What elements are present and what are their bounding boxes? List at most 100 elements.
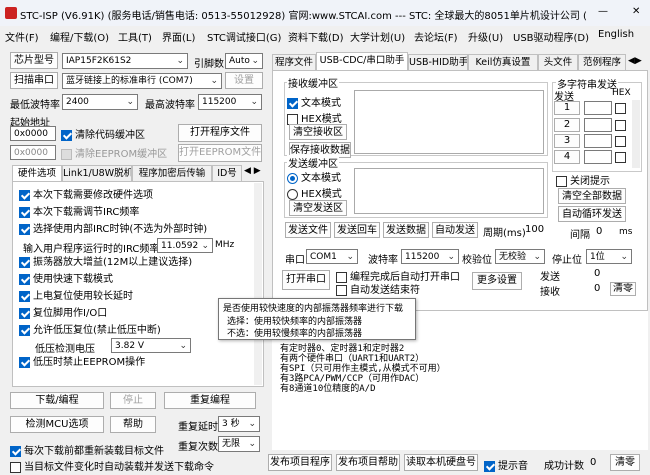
option-reset-io[interactable]: 复位脚用作I/O口 <box>19 305 107 322</box>
send-text-radio[interactable] <box>287 172 298 184</box>
tab-examples[interactable]: 范例程序 <box>578 54 626 70</box>
menu-program[interactable]: 编程/下载(O) <box>50 29 109 44</box>
minimize-button[interactable]: — <box>598 6 608 17</box>
tab-id-number[interactable]: ID号 <box>212 165 242 181</box>
send-hex-mode[interactable]: HEX模式 <box>287 185 342 200</box>
multi-send-button-4[interactable]: 4 <box>554 150 580 164</box>
clear-code-checkbox[interactable] <box>61 129 72 141</box>
receive-hex-mode[interactable]: HEX模式 <box>287 110 342 125</box>
auto-reload-checkbox[interactable] <box>10 461 21 473</box>
close-tip-option[interactable]: 关闭提示 <box>556 172 610 187</box>
send-cr-button[interactable]: 发送回车 <box>334 222 380 238</box>
multi-string-input-1[interactable] <box>584 101 612 115</box>
repeat-count-select[interactable]: 无限 ⌄ <box>218 436 260 452</box>
clear-success-button[interactable]: 清零 <box>610 454 640 471</box>
reload-before-download[interactable]: 每次下载前都重新装载目标文件 <box>10 442 164 457</box>
open-port-button[interactable]: 打开串口 <box>282 270 330 290</box>
tab-scroll-arrows[interactable]: ◀▶ <box>628 56 642 66</box>
tab-offline-download[interactable]: Link1/U8W脱机 <box>62 165 132 181</box>
close-tip-checkbox[interactable] <box>556 175 567 187</box>
receive-text-checkbox[interactable] <box>287 97 298 109</box>
multi-hex-checkbox-3[interactable] <box>615 136 626 147</box>
tab-hid-assistant[interactable]: USB-HID助手 <box>408 54 468 70</box>
option-adjust-irc[interactable]: 本次下载需调节IRC频率 <box>19 204 139 221</box>
option-oscillator-gain[interactable]: 振荡器放大增益(12M以上建议选择) <box>19 254 192 271</box>
parity-select[interactable]: 无校验 ⌄ <box>495 249 545 264</box>
multi-send-button-2[interactable]: 2 <box>554 118 580 132</box>
option-long-reset[interactable]: 上电复位使用较长延时 <box>19 288 133 305</box>
option-checkbox[interactable] <box>19 273 30 285</box>
eeprom-start-address-input[interactable]: 0x0000 <box>10 145 56 160</box>
option-checkbox[interactable] <box>19 290 30 302</box>
send-text-mode[interactable]: 文本模式 <box>287 169 341 184</box>
publish-program-button[interactable]: 发布项目程序 <box>268 454 332 471</box>
auto-reload-on-change[interactable]: 当目标文件变化时自动装载并发送下载命令 <box>10 458 214 473</box>
multi-send-button-3[interactable]: 3 <box>554 134 580 148</box>
clear-count-button[interactable]: 清零 <box>610 282 636 296</box>
detect-mcu-button[interactable]: 检测MCU选项 <box>10 416 104 433</box>
menu-english[interactable]: English <box>598 29 634 40</box>
receive-hex-checkbox[interactable] <box>287 113 298 125</box>
menu-file[interactable]: 文件(F) <box>5 29 39 44</box>
option-checkbox[interactable] <box>19 223 30 235</box>
baud-rate-select[interactable]: 115200 ⌄ <box>401 249 459 264</box>
option-checkbox[interactable] <box>19 189 30 201</box>
repeat-program-button[interactable]: 重复编程 <box>164 392 256 409</box>
tip-sound-checkbox[interactable] <box>484 460 495 472</box>
serial-port-select[interactable]: COM1 ⌄ <box>306 249 358 264</box>
tab-keil-settings[interactable]: Keil仿真设置 <box>468 54 538 70</box>
options-scrollbar[interactable] <box>254 183 262 385</box>
auto-send-button[interactable]: 自动发送 <box>432 222 478 238</box>
multi-hex-checkbox-1[interactable] <box>615 103 626 114</box>
port-settings-button[interactable]: 设置 <box>225 72 263 89</box>
option-checkbox[interactable] <box>19 356 30 368</box>
menu-interface[interactable]: 界面(L) <box>162 29 195 44</box>
tab-hardware-options[interactable]: 硬件选项 <box>12 165 62 181</box>
tip-sound-option[interactable]: 提示音 <box>484 457 528 472</box>
multi-string-scrollbar[interactable] <box>632 100 640 168</box>
menu-debug[interactable]: STC调试接口(G) <box>207 29 281 44</box>
send-file-button[interactable]: 发送文件 <box>285 222 331 238</box>
interval-value[interactable]: 0 <box>596 226 602 237</box>
clear-eeprom-checkbox[interactable] <box>61 148 72 160</box>
option-fast-download[interactable]: 使用快速下载模式 <box>19 271 113 288</box>
clear-send-button[interactable]: 清空发送区 <box>289 200 347 216</box>
open-program-button[interactable]: 打开程序文件 <box>178 124 262 142</box>
auto-loop-send-button[interactable]: 自动循环发送 <box>558 206 626 222</box>
close-button[interactable]: ✕ <box>632 6 640 17</box>
receive-textarea[interactable] <box>354 90 544 154</box>
low-voltage-select[interactable]: 3.82 V ⌄ <box>111 338 191 353</box>
pins-select[interactable]: Auto ⌄ <box>225 53 263 69</box>
auto-end-char-option[interactable]: 自动发送结束符 <box>336 281 420 296</box>
clear-eeprom-option[interactable]: 清除EEPROM缓冲区 <box>61 145 167 160</box>
max-baud-select[interactable]: 115200 ⌄ <box>198 94 262 110</box>
min-baud-select[interactable]: 2400 ⌄ <box>62 94 138 110</box>
option-checkbox[interactable] <box>19 256 30 268</box>
repeat-delay-select[interactable]: 3 秒 ⌄ <box>218 416 260 432</box>
chip-model-select[interactable]: IAP15F2K61S2 ⌄ <box>62 53 188 69</box>
multi-hex-checkbox-2[interactable] <box>615 120 626 131</box>
multi-hex-checkbox-4[interactable] <box>615 152 626 163</box>
help-button[interactable]: 帮助 <box>110 416 156 433</box>
stop-bits-select[interactable]: 1位 ⌄ <box>586 249 632 264</box>
option-modify-hw[interactable]: 本次下载需要修改硬件选项 <box>19 187 153 204</box>
publish-help-button[interactable]: 发布项目帮助 <box>336 454 400 471</box>
option-checkbox[interactable] <box>19 206 30 218</box>
clear-code-option[interactable]: 清除代码缓冲区 <box>61 126 145 141</box>
send-data-button[interactable]: 发送数据 <box>383 222 429 238</box>
clear-receive-button[interactable]: 清空接收区 <box>289 124 347 140</box>
receive-text-mode[interactable]: 文本模式 <box>287 94 341 109</box>
chip-model-button[interactable]: 芯片型号 <box>10 52 58 69</box>
tab-encrypted-transfer[interactable]: 程序加密后传输 <box>132 165 212 181</box>
irc-frequency-select[interactable]: 11.0592 ⌄ <box>157 238 213 253</box>
multi-string-input-3[interactable] <box>584 134 612 148</box>
open-eeprom-button[interactable]: 打开EEPROM文件 <box>178 144 262 162</box>
menu-usb-driver[interactable]: USB驱动程序(D) <box>513 29 589 44</box>
auto-end-char-checkbox[interactable] <box>336 284 347 296</box>
option-checkbox[interactable] <box>19 324 30 336</box>
multi-send-button-1[interactable]: 1 <box>554 101 580 115</box>
tab-program-file[interactable]: 程序文件 <box>272 54 316 70</box>
send-textarea[interactable] <box>354 168 544 214</box>
send-hex-radio[interactable] <box>287 188 298 200</box>
reload-checkbox[interactable] <box>10 445 21 457</box>
